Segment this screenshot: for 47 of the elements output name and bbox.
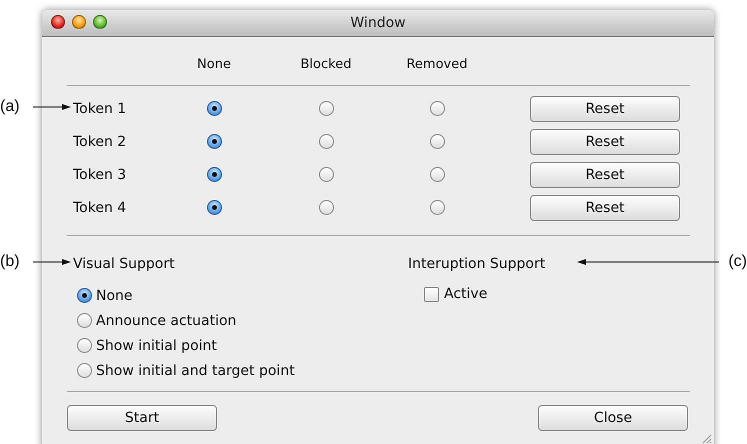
- reset-button[interactable]: Reset: [530, 128, 680, 154]
- radio-button[interactable]: [206, 101, 222, 116]
- column-header: Removed: [405, 56, 468, 74]
- radio-button[interactable]: [318, 200, 334, 215]
- radio-button[interactable]: [318, 101, 334, 116]
- radio-button[interactable]: [430, 134, 444, 149]
- radio-button[interactable]: [318, 134, 334, 149]
- section-label: Visual Support: [72, 255, 175, 274]
- window-control-icon[interactable]: [51, 15, 65, 29]
- radio-button[interactable]: [318, 167, 334, 182]
- option-label[interactable]: None: [96, 288, 133, 304]
- token-label: Token 1: [72, 100, 128, 116]
- window-control-icon[interactable]: [72, 15, 86, 29]
- radio-button[interactable]: [206, 167, 222, 182]
- radio-button[interactable]: [77, 363, 92, 378]
- token-label: Token 4: [72, 200, 128, 216]
- column-header: None: [196, 56, 232, 74]
- option-label[interactable]: Show initial and target point: [96, 362, 295, 378]
- token-label: Token 2: [72, 134, 128, 150]
- option-label[interactable]: Show initial point: [96, 338, 217, 354]
- radio-button[interactable]: [206, 134, 222, 149]
- radio-button[interactable]: [430, 200, 444, 215]
- annotation-label: (b): [0, 252, 20, 272]
- annotation-label: (a): [0, 97, 20, 117]
- radio-button[interactable]: [77, 313, 92, 328]
- annotation-label: (c): [728, 252, 747, 272]
- checkbox[interactable]: [424, 286, 439, 302]
- section-label: Interuption Support: [407, 255, 546, 274]
- window-control-icon[interactable]: [93, 15, 107, 29]
- radio-button[interactable]: [77, 288, 92, 303]
- radio-button[interactable]: [206, 200, 222, 215]
- arrow: [33, 102, 71, 112]
- resize-grip-icon[interactable]: [700, 432, 712, 444]
- radio-button[interactable]: [430, 101, 444, 116]
- option-label[interactable]: Announce actuation: [96, 312, 236, 328]
- arrow: [33, 257, 71, 267]
- token-label: Token 3: [72, 166, 128, 182]
- reset-button[interactable]: Reset: [530, 194, 680, 220]
- reset-button[interactable]: Reset: [530, 162, 680, 188]
- checkbox-label[interactable]: Active: [444, 286, 488, 302]
- radio-button[interactable]: [77, 338, 92, 353]
- dialog-button[interactable]: Close: [538, 405, 688, 431]
- dialog-button[interactable]: Start: [67, 405, 217, 431]
- column-header: Blocked: [300, 56, 352, 74]
- window-title: Window: [350, 15, 406, 31]
- reset-button[interactable]: Reset: [530, 96, 680, 122]
- radio-button[interactable]: [430, 167, 444, 182]
